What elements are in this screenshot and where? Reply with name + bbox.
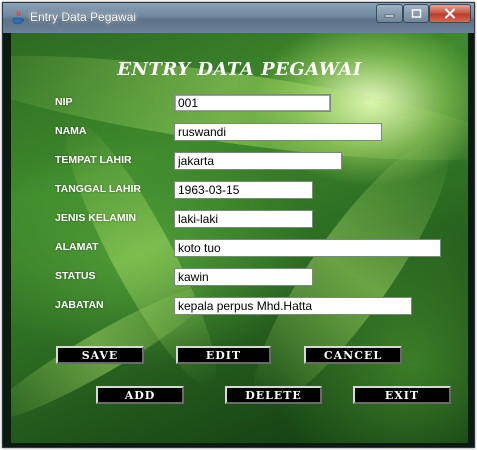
label-tempat-lahir: TEMPAT LAHIR xyxy=(55,154,132,166)
maximize-button[interactable] xyxy=(403,4,429,23)
nip-field[interactable] xyxy=(174,94,331,112)
add-button[interactable]: ADD xyxy=(96,386,184,404)
edit-button[interactable]: EDIT xyxy=(176,346,271,364)
maximize-icon xyxy=(411,9,421,18)
close-button[interactable] xyxy=(429,4,471,23)
title-bar[interactable]: Entry Data Pegawai xyxy=(3,3,474,33)
form-panel: ENTRY DATA PEGAWAI NIP NAMA TEMPAT LAHIR… xyxy=(11,33,468,443)
save-button[interactable]: SAVE xyxy=(56,346,144,364)
label-tanggal-lahir: TANGGAL LAHIR xyxy=(55,183,141,195)
app-window: Entry Data Pegawai ENTRY DATA PEGAWAI NI… xyxy=(2,2,475,448)
form-title: ENTRY DATA PEGAWAI xyxy=(117,59,362,80)
minimize-icon xyxy=(384,14,395,18)
jenis-kelamin-field[interactable] xyxy=(174,210,313,228)
label-status: STATUS xyxy=(55,270,96,282)
minimize-button[interactable] xyxy=(376,4,403,23)
status-field[interactable] xyxy=(174,268,313,286)
alamat-field[interactable] xyxy=(174,239,441,257)
tempat-lahir-field[interactable] xyxy=(174,152,342,170)
cancel-button[interactable]: CANCEL xyxy=(304,346,402,364)
label-jenis-kelamin: JENIS KELAMIN xyxy=(55,212,137,224)
java-cup-icon xyxy=(12,10,24,25)
window-title: Entry Data Pegawai xyxy=(30,10,137,24)
delete-button[interactable]: DELETE xyxy=(225,386,322,404)
exit-button[interactable]: EXIT xyxy=(353,386,451,404)
label-nip: NIP xyxy=(55,96,73,108)
label-alamat: ALAMAT xyxy=(55,241,99,253)
nama-field[interactable] xyxy=(174,123,382,141)
jabatan-field[interactable] xyxy=(174,297,412,315)
label-nama: NAMA xyxy=(55,125,87,137)
close-icon xyxy=(445,8,455,19)
tanggal-lahir-field[interactable] xyxy=(174,181,313,199)
label-jabatan: JABATAN xyxy=(55,299,104,311)
